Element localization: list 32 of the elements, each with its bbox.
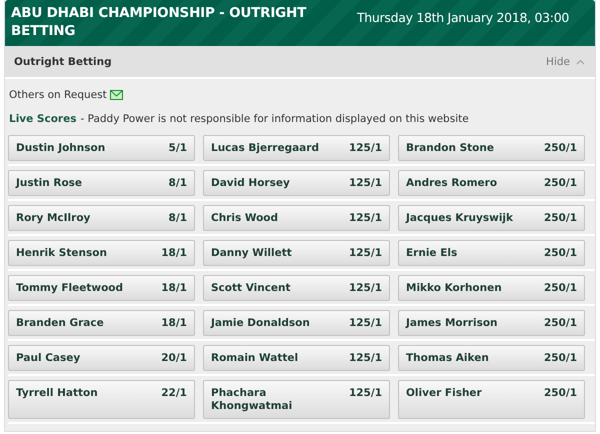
selection-button[interactable]: Tyrrell Hatton 22/1	[8, 380, 195, 419]
selection-button[interactable]: Thomas Aiken 250/1	[398, 345, 585, 371]
selection-button[interactable]: Brandon Stone 250/1	[398, 135, 585, 161]
selection-button[interactable]: Jacques Kruyswijk 250/1	[398, 205, 585, 231]
selection-button[interactable]: Justin Rose 8/1	[8, 170, 195, 196]
selection-button[interactable]: Phachara Khongwatmai 125/1	[203, 380, 390, 419]
selection-button[interactable]: David Horsey 125/1	[203, 170, 390, 196]
section-title: Outright Betting	[14, 56, 112, 68]
selection-button[interactable]: James Morrison 250/1	[398, 310, 585, 336]
selection-button[interactable]: Ernie Els 250/1	[398, 240, 585, 266]
selection-button[interactable]: Paul Casey 20/1	[8, 345, 195, 371]
selection-button[interactable]: Danny Willett 125/1	[203, 240, 390, 266]
selection-button[interactable]: Romain Wattel 125/1	[203, 345, 390, 371]
event-title: ABU DHABI CHAMPIONSHIP - OUTRIGHT BETTING	[11, 4, 308, 41]
selection-button[interactable]: Dustin Johnson 5/1	[8, 135, 195, 161]
selection-button[interactable]: Mikko Korhonen 250/1	[398, 275, 585, 301]
selection-button[interactable]: Oliver Fisher 250/1	[398, 380, 585, 419]
selection-button[interactable]: Henrik Stenson 18/1	[8, 240, 195, 266]
selection-button[interactable]: Andres Romero 250/1	[398, 170, 585, 196]
envelope-icon[interactable]	[110, 90, 123, 100]
selection-button[interactable]: Rory McIlroy 8/1	[8, 205, 195, 231]
live-scores-link[interactable]: Live Scores	[9, 113, 76, 125]
event-date: Thursday 18th January 2018, 03:00	[356, 10, 569, 27]
selection-button[interactable]: Chris Wood 125/1	[203, 205, 390, 231]
selection-button[interactable]: Tommy Fleetwood 18/1	[8, 275, 195, 301]
selection-button[interactable]: Lucas Bjerregaard 125/1	[203, 135, 390, 161]
disclaimer-text: - Paddy Power is not responsible for information displayed on this website	[80, 113, 469, 125]
selection-button[interactable]: Branden Grace 18/1	[8, 310, 195, 336]
selection-button[interactable]: Scott Vincent 125/1	[203, 275, 390, 301]
selection-button[interactable]: Jamie Donaldson 125/1	[203, 310, 390, 336]
chevron-up-icon	[576, 58, 585, 64]
others-on-request-text: Others on Request	[9, 89, 107, 101]
